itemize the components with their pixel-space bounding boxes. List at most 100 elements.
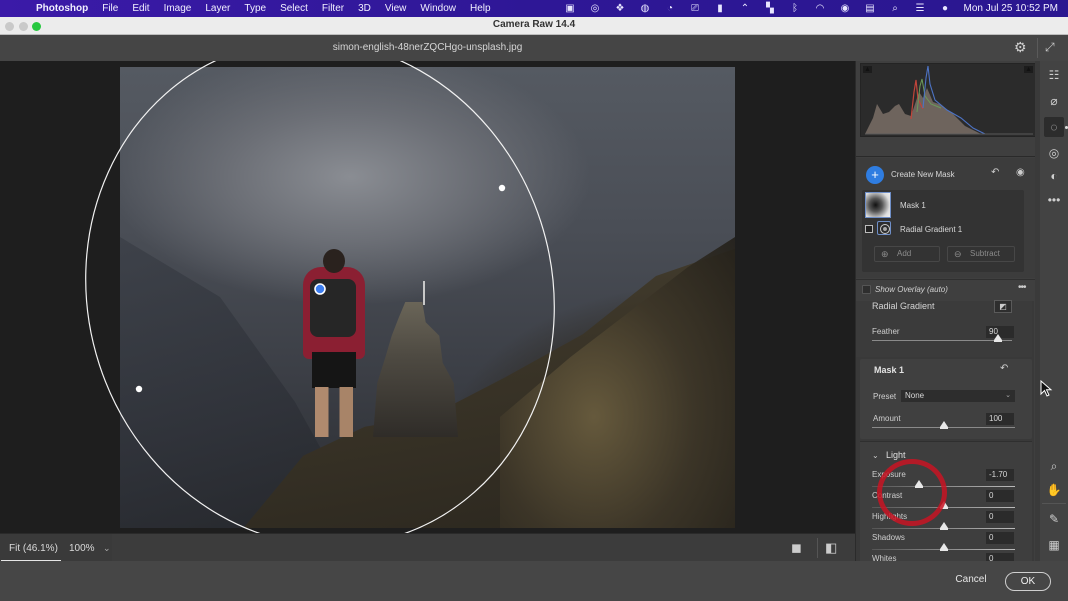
single-view-icon[interactable]: ◼ — [791, 540, 802, 556]
screen-time-icon[interactable]: ◔ — [658, 3, 683, 14]
create-new-mask-label[interactable]: Create New Mask — [891, 170, 955, 179]
invert-icon[interactable]: ◩ — [994, 300, 1012, 313]
histogram: ▲ ▲ — [860, 63, 1035, 137]
subtract-mask-icon: ⊖ — [954, 249, 962, 259]
hand-icon[interactable]: ✋ — [1044, 480, 1064, 500]
menu-view[interactable]: View — [385, 3, 407, 14]
highlights-slider-thumb[interactable] — [939, 522, 948, 530]
add-button-label: Add — [897, 249, 912, 258]
menu-image[interactable]: Image — [164, 3, 192, 14]
amount-label: Amount — [873, 414, 901, 423]
healing-bandage-icon[interactable]: ⌀ — [1044, 91, 1064, 111]
radial-gradient-handle-top[interactable] — [498, 184, 506, 192]
radial-gradient-center-pin[interactable] — [314, 283, 326, 295]
show-overlay-label[interactable]: Show Overlay (auto) — [875, 285, 948, 294]
wifi-icon[interactable]: ◠ — [808, 3, 833, 14]
preset-label: Preset — [873, 392, 897, 401]
undo-icon[interactable]: ↶ — [991, 167, 999, 178]
mask-item-label[interactable]: Mask 1 — [900, 201, 926, 210]
creative-cloud-icon[interactable]: ◎ — [583, 3, 608, 14]
whites-value[interactable]: 0 — [986, 553, 1014, 561]
contrast-value[interactable]: 0 — [986, 490, 1014, 502]
before-after-icon[interactable]: ◧ — [825, 540, 837, 556]
macos-menu-bar: Photoshop File Edit Image Layer Type Sel… — [0, 0, 1068, 17]
gear-icon[interactable]: ⚙ — [1014, 39, 1027, 56]
edit-sliders-icon[interactable]: ☷ — [1044, 65, 1064, 85]
menu-app-name[interactable]: Photoshop — [36, 3, 88, 14]
invert-component-checkbox[interactable] — [865, 225, 873, 233]
bluetooth-icon[interactable]: ᛒ — [783, 3, 808, 14]
presets-icon[interactable]: ◐ — [1044, 166, 1064, 186]
add-button[interactable]: ⊕ Add — [874, 246, 940, 262]
file-name: simon-english-48nerZQCHgo-unsplash.jpg — [332, 42, 523, 53]
color-sampler-icon[interactable]: ✎ — [1044, 509, 1064, 529]
chevron-down-icon[interactable]: ⌄ — [872, 451, 879, 460]
radial-gradient-section: Radial Gradient ◩ Feather 90 — [856, 300, 1032, 357]
menu-filter[interactable]: Filter — [322, 3, 344, 14]
menu-select[interactable]: Select — [280, 3, 308, 14]
amount-slider-thumb[interactable] — [939, 421, 948, 429]
eye-icon[interactable]: ◉ — [1016, 167, 1025, 178]
cancel-button[interactable]: Cancel — [948, 571, 994, 589]
ok-button[interactable]: OK — [1005, 572, 1051, 591]
grid-icon[interactable]: ▦ — [1044, 535, 1064, 555]
airplay-icon[interactable]: ⎚ — [683, 3, 708, 14]
globe-icon[interactable]: ◍ — [633, 3, 658, 14]
exposure-value[interactable]: -1.70 — [986, 469, 1014, 481]
user-icon[interactable]: ◉ — [833, 3, 858, 14]
feather-slider-thumb[interactable] — [994, 334, 1002, 342]
highlight-clipping-icon[interactable]: ▲ — [1024, 66, 1033, 73]
radial-gradient-ellipse[interactable] — [21, 61, 620, 533]
feather-slider-track[interactable] — [872, 340, 1012, 341]
highlights-value[interactable]: 0 — [986, 511, 1014, 523]
bookmark-icon[interactable]: ▮ — [708, 3, 733, 14]
more-icon[interactable]: ••• — [1044, 190, 1064, 210]
image-canvas[interactable] — [0, 61, 855, 533]
menu-bar-clock[interactable]: Mon Jul 25 10:52 PM — [964, 3, 1059, 14]
create-new-mask-button[interactable]: + — [866, 166, 884, 184]
menu-edit[interactable]: Edit — [132, 3, 149, 14]
preset-dropdown[interactable]: None ⌄ — [901, 390, 1015, 402]
expand-icon[interactable]: ⤢ — [1045, 40, 1055, 55]
siri-icon[interactable]: ● — [933, 3, 958, 14]
radial-gradient-icon[interactable] — [877, 221, 891, 235]
light-section-title[interactable]: Light — [886, 450, 906, 460]
zoom-icon[interactable]: ⌕ — [1044, 456, 1064, 476]
radial-gradient-handle-left[interactable] — [135, 385, 143, 393]
camera-raw-header: simon-english-48nerZQCHgo-unsplash.jpg ⚙… — [0, 35, 1068, 61]
zoom-fit-button[interactable]: Fit (46.1%) — [9, 543, 58, 554]
mask-component-label[interactable]: Radial Gradient 1 — [900, 225, 962, 234]
chevron-down-icon[interactable]: ⌄ — [103, 543, 111, 554]
reset-icon[interactable]: ↶ — [1000, 363, 1008, 374]
more-options-icon[interactable]: ••• — [1018, 282, 1026, 293]
mask-thumbnail[interactable] — [865, 192, 891, 218]
show-overlay-row: Show Overlay (auto) ••• — [856, 279, 1035, 299]
amount-value[interactable]: 100 — [986, 413, 1014, 425]
shadow-clipping-icon[interactable]: ▲ — [863, 66, 872, 73]
keyboard-icon[interactable]: ▤ — [858, 3, 883, 14]
status-divider — [817, 538, 818, 558]
shadows-value[interactable]: 0 — [986, 532, 1014, 544]
zoom-100-button[interactable]: 100% — [69, 543, 95, 554]
radial-gradient-title: Radial Gradient — [872, 301, 935, 311]
menu-layer[interactable]: Layer — [205, 3, 230, 14]
vpn-icon[interactable]: ⌃ — [733, 3, 758, 14]
subtract-button[interactable]: ⊖ Subtract — [947, 246, 1015, 262]
dialog-footer: Cancel OK — [0, 561, 1068, 601]
screen-record-icon[interactable]: ▣ — [558, 3, 583, 14]
show-overlay-checkbox[interactable] — [862, 285, 871, 294]
red-eye-icon[interactable]: ◎ — [1044, 143, 1064, 163]
tiles-icon[interactable]: ▚ — [758, 3, 783, 14]
menu-3d[interactable]: 3D — [358, 3, 371, 14]
menu-help[interactable]: Help — [470, 3, 491, 14]
menu-window[interactable]: Window — [420, 3, 456, 14]
radial-gradient-overlay[interactable] — [0, 61, 855, 533]
dropbox-icon[interactable]: ❖ — [608, 3, 633, 14]
shadows-slider-thumb[interactable] — [939, 543, 948, 551]
menu-file[interactable]: File — [102, 3, 118, 14]
control-center-icon[interactable]: ☰ — [908, 3, 933, 14]
window-title-bar: Camera Raw 14.4 — [0, 17, 1068, 35]
masking-icon[interactable]: ◌ — [1044, 117, 1064, 137]
search-icon[interactable]: ⌕ — [883, 3, 908, 14]
menu-type[interactable]: Type — [244, 3, 266, 14]
